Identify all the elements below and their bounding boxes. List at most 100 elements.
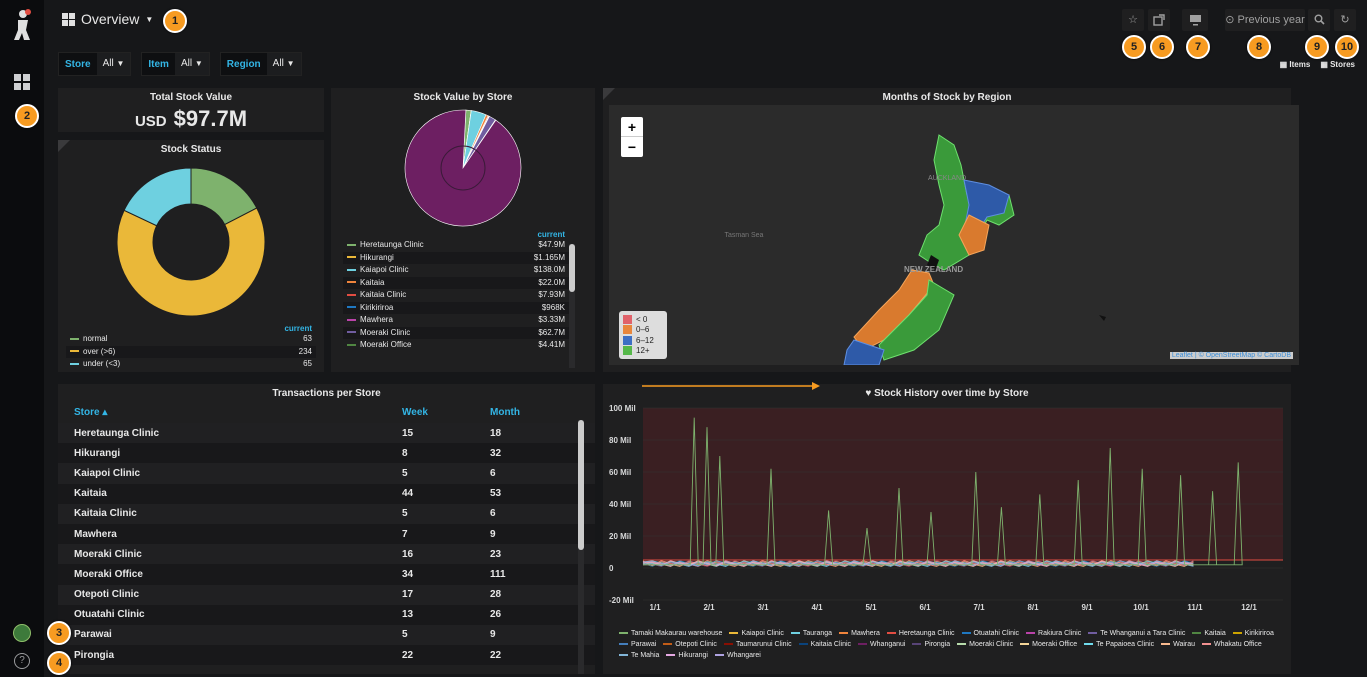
series-legend-item[interactable]: Whanganui (858, 639, 905, 650)
clock-icon: ⊙ (1225, 14, 1235, 26)
table-row[interactable]: Kaitaia Clinic 5 6 (58, 503, 595, 524)
column-month[interactable]: Month (490, 407, 520, 421)
map-zoom-in-button[interactable]: + (621, 117, 643, 137)
series-legend-item[interactable]: Moeraki Clinic (957, 639, 1013, 650)
refresh-button[interactable]: ↻ (1334, 9, 1356, 31)
series-legend-item[interactable]: Pirongia (912, 639, 950, 650)
table-row[interactable]: Pirongia 22 22 (58, 645, 595, 666)
table-row[interactable]: Heretaunga Clinic 15 18 (58, 423, 595, 444)
column-store[interactable]: Store ▴ (58, 407, 402, 421)
share-button[interactable] (1148, 9, 1170, 31)
series-legend-item[interactable]: Parawai (619, 639, 656, 650)
legend-item[interactable]: Moeraki Clinic $62.7M (343, 326, 569, 339)
legend-item[interactable]: Mawhera $3.33M (343, 314, 569, 327)
series-legend-item[interactable]: Taumarunui Clinic (723, 639, 792, 650)
panel-info-corner[interactable] (603, 88, 615, 100)
legend-item[interactable]: Kaitaia Clinic $7.93M (343, 289, 569, 302)
series-legend-item[interactable]: Wairau (1161, 639, 1195, 650)
store-filter-value[interactable]: All ▼ (96, 53, 131, 75)
legend-label: Kirikiriroa (360, 302, 394, 312)
map-legend-item: < 0 (623, 314, 663, 325)
table-row[interactable]: Parawai 5 9 (58, 624, 595, 646)
legend-item[interactable]: Kaitaia $22.0M (343, 276, 569, 289)
table-row[interactable]: Kaiapoi Clinic 5 6 (58, 463, 595, 484)
store-filter[interactable]: Store All ▼ (58, 52, 132, 76)
legend-label: Moeraki Office (360, 340, 412, 349)
stock-history-chart[interactable]: 100 Mil 80 Mil 60 Mil 40 Mil 20 Mil 0 -20 Mil 1… (603, 402, 1291, 632)
table-row[interactable]: Moeraki Office 34 111 (58, 564, 595, 585)
star-button[interactable]: ☆ (1122, 9, 1144, 31)
series-legend-item[interactable]: Kaiapoi Clinic (729, 628, 784, 639)
dashboards-icon[interactable] (14, 74, 30, 90)
map-canvas[interactable]: AUCKLAND Tasman Sea NEW ZEALAND + − < 00… (609, 105, 1299, 365)
panel-info-corner[interactable] (58, 140, 70, 152)
avatar[interactable] (13, 624, 31, 642)
series-legend-item[interactable]: Otepoti Clinic (663, 639, 717, 650)
legend-item[interactable]: Heretaunga Clinic $47.9M (343, 239, 569, 252)
series-legend-item[interactable]: Te Whanganui a Tara Clinic (1088, 628, 1185, 639)
series-legend-item[interactable]: Heretaunga Clinic (886, 628, 955, 639)
legend-scrollbar[interactable] (569, 244, 575, 368)
x-tick-label: 6/1 (919, 603, 931, 612)
table-row[interactable]: Hikurangi 8 32 (58, 443, 595, 464)
item-filter[interactable]: Item All ▼ (141, 52, 210, 76)
legend-label: Heretaunga Clinic (360, 240, 424, 249)
legend-item[interactable]: Hikurangi $1.165M (343, 251, 569, 264)
cell-store: Otuatahi Clinic (58, 604, 402, 625)
series-legend-item[interactable]: Kirikiriroa (1232, 628, 1274, 639)
total-stock-value: $97.7M (173, 106, 248, 131)
grafana-logo-icon[interactable] (10, 8, 34, 42)
help-icon[interactable]: ? (14, 653, 30, 669)
table-scrollbar[interactable] (578, 420, 584, 674)
legend-item[interactable]: Kaiapoi Clinic $138.0M (343, 264, 569, 277)
donut-slice[interactable] (116, 207, 266, 317)
series-legend-item[interactable]: Kaitaia (1192, 628, 1226, 639)
y-tick-label: -20 Mil (609, 596, 634, 605)
series-legend-item[interactable]: Rakiura Clinic (1026, 628, 1081, 639)
zoom-icon (1314, 14, 1325, 25)
legend-value: 63 (303, 334, 312, 343)
series-legend-item[interactable]: Tamaki Makaurau warehouse (619, 628, 722, 639)
region-filter-value[interactable]: All ▼ (266, 53, 301, 75)
dashboard-title-picker[interactable]: Overview ▼ (62, 11, 153, 27)
cell-week: 5 (402, 624, 490, 646)
map-title: Months of Stock by Region (882, 92, 1012, 103)
legend-swatch (70, 362, 79, 365)
column-week[interactable]: Week (402, 407, 490, 421)
items-link[interactable]: ▦ Items (1280, 60, 1311, 69)
table-row[interactable]: Otuatahi Clinic 13 26 (58, 604, 595, 625)
x-tick-label: 5/1 (865, 603, 877, 612)
legend-value: $3.33M (538, 315, 565, 324)
time-range-picker[interactable]: ⊙ Previous year (1225, 9, 1305, 31)
map-attribution[interactable]: Leaflet | © OpenStreetMap © CartoDB (1169, 352, 1293, 359)
legend-item[interactable]: Moeraki Office $4.41M (343, 339, 569, 352)
table-row[interactable]: Otepoti Clinic 17 28 (58, 584, 595, 605)
table-row[interactable]: Moeraki Clinic 16 23 (58, 544, 595, 565)
tv-mode-button[interactable] (1182, 9, 1208, 31)
series-legend-item[interactable]: Tauranga (790, 628, 832, 639)
series-legend-item[interactable]: Mawhera (839, 628, 880, 639)
legend-item[interactable]: normal 63 (66, 333, 316, 346)
series-legend-item[interactable]: Kaitaia Clinic (798, 639, 851, 650)
zoom-out-button[interactable] (1308, 9, 1330, 31)
pie-slice[interactable] (404, 109, 522, 227)
stores-link[interactable]: ▦ Stores (1320, 60, 1355, 69)
legend-item[interactable]: Kirikiriroa $968K (343, 301, 569, 314)
series-legend-item[interactable]: Te Papaioea Clinic (1084, 639, 1154, 650)
item-filter-value[interactable]: All ▼ (174, 53, 209, 75)
series-legend-item[interactable]: Moeraki Office (1020, 639, 1077, 650)
series-legend-item[interactable]: Whangarei (714, 650, 761, 661)
transactions-header: Store ▴ Week Month (58, 407, 595, 421)
map-zoom-out-button[interactable]: − (621, 137, 643, 157)
region-filter[interactable]: Region All ▼ (219, 52, 302, 76)
legend-item[interactable]: over (>6) 234 (66, 345, 316, 358)
table-row[interactable]: Mawhera 7 9 (58, 523, 595, 545)
y-tick-label: 100 Mil (609, 404, 636, 413)
table-row[interactable]: Kaitaia 44 53 (58, 483, 595, 504)
series-legend-item[interactable]: Whakatu Office (1202, 639, 1262, 650)
series-legend-item[interactable]: Te Mahia (619, 650, 659, 661)
cell-week: 13 (402, 604, 490, 625)
series-legend-item[interactable]: Otuatahi Clinic (961, 628, 1019, 639)
legend-item[interactable]: under (<3) 65 (66, 358, 316, 371)
series-legend-item[interactable]: Hikurangi (666, 650, 708, 661)
